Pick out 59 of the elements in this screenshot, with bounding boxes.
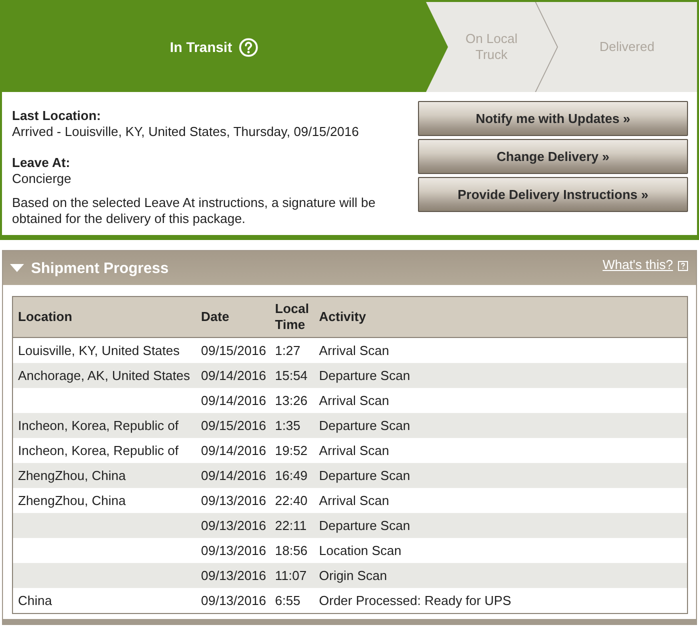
table-cell-text: China [17,592,53,608]
action-button[interactable]: Provide Delivery Instructions » [418,177,688,212]
table-cell-text: 22:40 [274,492,309,508]
table-cell-text: 11:07 [274,568,308,584]
table-cell-text: Order Processed: Ready for UPS [318,592,512,608]
field-value: Arrived - Louisville, KY, United States, Thursday, 09/15/2016 [12,124,360,140]
table-cell-text: Anchorage, AK, United States [17,368,191,384]
table-cell-text: 09/15/2016 [200,418,268,434]
help-icon[interactable] [239,38,258,56]
table-cell-text: Incheon, Korea, Republic of [17,442,180,458]
table-cell-text: 22:11 [274,518,308,534]
table-cell-text: Departure Scan [318,418,412,434]
column-header: Activity [318,309,367,325]
table-cell-text: Arrival Scan [318,442,390,458]
table-cell-text: Louisville, KY, United States [17,342,181,358]
table-cell-text: 13:26 [274,392,309,408]
help-icon[interactable] [678,261,688,271]
table-cell-text: Departure Scan [318,468,412,484]
column-header: Local Time [274,301,310,333]
table-cell-text: Arrival Scan [318,492,390,508]
table-cell-text: Departure Scan [318,518,412,534]
field-label: Leave At: [12,155,72,171]
table-cell-text: ZhengZhou, China [17,492,127,508]
field-value: Concierge [12,171,72,187]
table-cell-text: 09/13/2016 [200,492,268,508]
column-header: Location [17,309,74,325]
table-cell-text: 09/15/2016 [200,342,268,358]
table-cell-text: 1:27 [274,342,302,358]
table-cell-text: 09/14/2016 [200,442,268,458]
table-cell-text: 09/13/2016 [200,568,268,584]
table-cell-text: 09/13/2016 [200,592,268,608]
step-label: In Transit [170,39,232,55]
step-label: Delivered [600,39,654,55]
table-cell-text: 09/14/2016 [200,368,268,384]
table-cell-text: 18:56 [274,542,309,558]
table-cell-text: Arrival Scan [318,342,390,358]
column-header: Date [200,309,230,325]
table-cell-text: 09/14/2016 [200,468,268,484]
table-cell-text: 09/13/2016 [200,542,268,558]
table-cell-text: 09/13/2016 [200,518,268,534]
table-cell-text: Arrival Scan [318,392,390,408]
section-title: Shipment Progress [31,260,170,276]
field-label: Last Location: [12,108,102,124]
action-button[interactable]: Change Delivery » [418,139,688,174]
table-cell-text: 1:35 [274,418,302,434]
table-cell-text: Location Scan [318,542,402,558]
table-cell-text: 6:55 [274,592,302,608]
caret-icon[interactable] [10,263,24,273]
table-cell-text: 16:49 [274,468,309,484]
table-cell-text: 19:52 [274,442,309,458]
table-cell-text: Origin Scan [318,568,388,584]
table-cell-text: Incheon, Korea, Republic of [17,418,180,434]
table-cell-text: 15:54 [274,368,309,384]
table-cell-text: 09/14/2016 [200,392,268,408]
delivery-note: Based on the selected Leave At instructions, a signature will be obtained for the delivery of this package. [12,195,376,227]
step-label: On Local Truck [464,31,519,63]
table-cell-text: Departure Scan [318,368,412,384]
action-button[interactable]: Notify me with Updates » [418,101,688,136]
table-cell-text: ZhengZhou, China [17,468,127,484]
